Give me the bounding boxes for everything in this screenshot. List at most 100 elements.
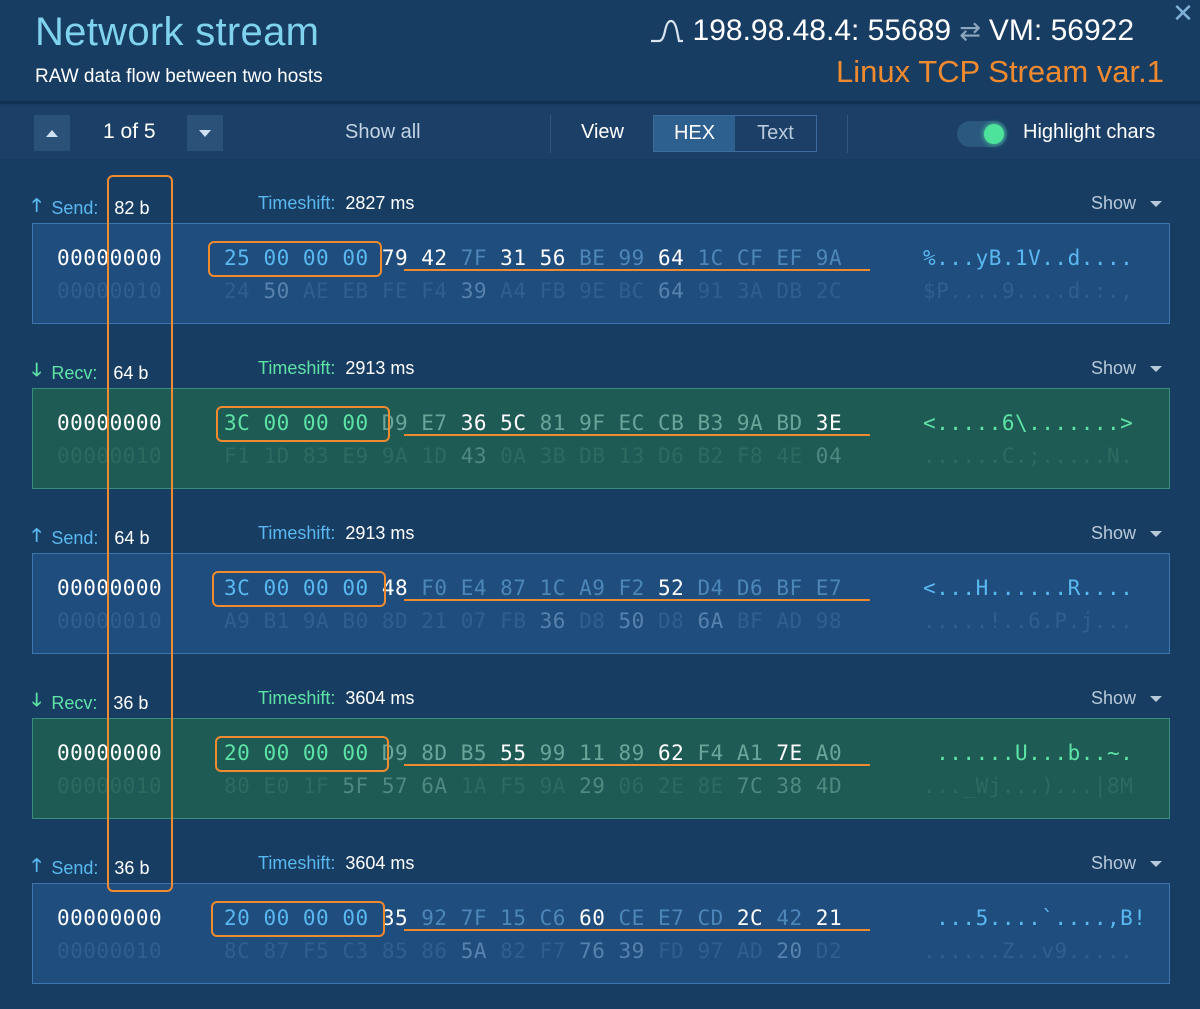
hex-byte: BE <box>579 246 606 270</box>
hex-byte: 15 <box>500 906 527 930</box>
hex-byte: B1 <box>263 609 290 633</box>
hex-byte: 24 <box>224 279 251 303</box>
hex-byte: F8 <box>736 444 764 468</box>
arrow-down-icon: 🡓 <box>32 690 42 710</box>
ascii-row: ......U...b..~. <box>923 741 1134 765</box>
timeshift-label: Timeshift: <box>258 688 336 708</box>
hex-byte: 81 <box>539 411 566 435</box>
ascii-row: ..._Wj...)...|8M <box>923 774 1134 798</box>
show-packet-button[interactable]: Show <box>1091 358 1162 379</box>
show-all-button[interactable]: Show all <box>345 121 421 144</box>
hex-byte: FE <box>381 279 409 303</box>
packet-size: 36 b <box>113 692 149 713</box>
arrow-down-icon: 🡓 <box>32 360 42 380</box>
previous-packet-button[interactable] <box>34 115 70 151</box>
hex-byte: 5C <box>500 411 527 435</box>
show-packet-button[interactable]: Show <box>1091 688 1162 709</box>
timeshift-value: 3604 ms <box>345 853 415 873</box>
packet-direction: 🡓 Recv: 64 b <box>32 358 148 388</box>
annotation-length-box <box>211 901 385 937</box>
hex-byte: 06 <box>618 774 645 798</box>
hex-byte: F5 <box>302 939 330 963</box>
page-subtitle: RAW data flow between two hosts <box>35 66 323 87</box>
ascii-row: %...yB.1V..d.... <box>923 246 1134 270</box>
row-offset: 00000000 <box>57 576 163 600</box>
hex-byte: DB <box>579 444 606 468</box>
view-hex-button[interactable]: HEX <box>654 116 735 151</box>
ascii-row: ......Z..v9..... <box>923 939 1134 963</box>
hex-byte: 82 <box>500 939 527 963</box>
hex-byte: 55 <box>500 741 527 765</box>
hex-byte: A0 <box>815 741 843 765</box>
hex-byte: D6 <box>736 576 764 600</box>
hex-byte: 1C <box>539 576 566 600</box>
packet-size: 64 b <box>113 362 149 383</box>
hex-byte: BF <box>736 609 764 633</box>
hex-byte: CB <box>657 411 685 435</box>
highlight-chars-toggle[interactable] <box>957 121 1007 147</box>
hex-byte: 2C <box>736 906 764 930</box>
signal-wave-icon <box>650 19 683 43</box>
hex-byte: 21 <box>421 609 448 633</box>
hex-byte: 04 <box>815 444 843 468</box>
hex-byte: 98 <box>815 609 843 633</box>
hex-byte: 60 <box>579 906 606 930</box>
hex-byte: 64 <box>657 279 685 303</box>
hex-byte: 3E <box>815 411 843 435</box>
hex-byte: E7 <box>815 576 843 600</box>
timeshift: Timeshift: 2827 ms <box>258 193 414 214</box>
hex-byte: E7 <box>421 411 448 435</box>
show-packet-button[interactable]: Show <box>1091 853 1162 874</box>
hex-byte: 7F <box>460 246 488 270</box>
view-label: View <box>581 121 624 143</box>
packet-hex-panel: 00000000 00000010 3C 00 00 00 D9 E7 36 5C … <box>32 388 1170 489</box>
hex-byte: 9A <box>539 774 566 798</box>
close-icon[interactable]: ✕ <box>1172 0 1194 26</box>
hex-byte: 36 <box>539 609 566 633</box>
annotation-payload-underline <box>404 764 870 766</box>
divider <box>550 115 551 153</box>
hex-byte: A9 <box>224 609 251 633</box>
hex-byte: C6 <box>539 906 566 930</box>
hex-byte: AD <box>776 609 803 633</box>
hex-byte: 7E <box>776 741 803 765</box>
hex-byte: AE <box>302 279 330 303</box>
packet-size: 36 b <box>114 857 150 878</box>
destination-host: VM: 56922 <box>988 14 1134 47</box>
hex-byte: E0 <box>263 774 290 798</box>
show-packet-button[interactable]: Show <box>1091 523 1162 544</box>
swap-arrows-icon: ⇄ <box>959 15 981 46</box>
hex-byte: BC <box>618 279 645 303</box>
ascii-row: ......C.;.....N. <box>923 444 1134 468</box>
hex-byte: 87 <box>500 576 527 600</box>
chevron-down-icon <box>1150 530 1162 537</box>
timeshift-label: Timeshift: <box>258 358 336 378</box>
hex-byte: 76 <box>579 939 606 963</box>
hex-byte: F4 <box>697 741 724 765</box>
hex-byte: A9 <box>579 576 606 600</box>
connection-info: 198.98.48.4: 55689 ⇄ VM: 56922 <box>649 14 1134 48</box>
direction-label: Send: <box>51 197 99 218</box>
packet-direction: 🡑 Send: 36 b <box>32 853 149 883</box>
hex-byte: CE <box>618 906 645 930</box>
packet-header: 🡑 Send: 64 b Timeshift: 2913 ms Show <box>0 523 1200 553</box>
chevron-down-icon <box>199 129 211 137</box>
packet-header: 🡑 Send: 82 b Timeshift: 2827 ms Show <box>0 193 1200 223</box>
hex-byte: D2 <box>815 939 843 963</box>
view-text-button[interactable]: Text <box>735 116 816 151</box>
hex-byte: E9 <box>342 444 369 468</box>
show-label: Show <box>1090 358 1136 378</box>
next-packet-button[interactable] <box>187 115 223 151</box>
row-offset: 00000000 <box>57 906 163 930</box>
hex-byte: EC <box>618 411 645 435</box>
hex-byte: 86 <box>421 939 448 963</box>
hex-byte: B5 <box>460 741 488 765</box>
show-packet-button[interactable]: Show <box>1091 193 1162 214</box>
hex-byte: 9A <box>381 444 409 468</box>
hex-byte: F1 <box>224 444 251 468</box>
packet-header: 🡓 Recv: 36 b Timeshift: 3604 ms Show <box>0 688 1200 718</box>
row-offset: 00000010 <box>57 609 163 633</box>
hex-byte: 7C <box>736 774 764 798</box>
hex-byte: 13 <box>618 444 645 468</box>
hex-byte: 20 <box>776 939 803 963</box>
